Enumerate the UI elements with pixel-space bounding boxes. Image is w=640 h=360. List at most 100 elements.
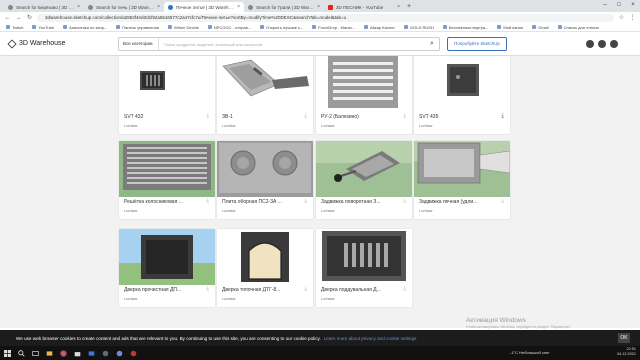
model-title[interactable]: ЗВ-1 [222,114,294,120]
download-icon[interactable]: ⤓ [304,198,307,205]
new-tab-button[interactable]: + [404,2,414,12]
bookmark-item[interactable]: Открыть лучшие к... [260,25,303,30]
windows-start-icon[interactable] [4,349,11,357]
model-card[interactable]: Задвижка поворотная З... Luchtaar ⤓ [316,141,412,219]
close-icon[interactable]: × [157,4,160,10]
model-title[interactable]: SVT 432 [124,114,196,120]
model-author[interactable]: Luchtaar [222,209,236,213]
model-card[interactable]: Дверка прочистная ДП... Luchtaar ⤓ [119,229,215,307]
model-card[interactable]: SVT 435 Luchtaar ⤓ [414,56,510,134]
reading-list[interactable]: Список для чтения [557,25,599,30]
model-thumbnail[interactable] [414,56,510,112]
model-title[interactable]: РУ-2 (Балезино) [321,114,393,120]
bookmark-item[interactable]: Панель управления [116,25,159,30]
model-author[interactable]: Luchtaar [419,124,433,128]
browser-tab-active[interactable]: Печное литьё | 3D Warehous × [164,2,244,12]
model-author[interactable]: Luchtaar [321,124,335,128]
model-author[interactable]: Luchtaar [124,124,138,128]
minimize-icon[interactable]: – [598,0,612,10]
bookmark-item[interactable]: ForceDrop - Магаз... [312,25,355,30]
download-icon[interactable]: ⤓ [304,286,307,293]
download-icon[interactable]: ⤓ [206,286,209,293]
model-thumbnail[interactable] [119,141,215,197]
try-sketchup-button[interactable]: Попробуйте SketchUp [447,37,507,51]
browser-tab[interactable]: 3D ПЕСНИК - YouTube × [324,2,404,12]
model-thumbnail[interactable] [414,141,510,197]
search-input[interactable]: Поиск продуктов, моделей, коллекций или … [159,42,425,47]
model-author[interactable]: Luchtaar [222,297,236,301]
apps-icon[interactable] [586,40,594,48]
model-thumbnail[interactable] [119,56,215,112]
bookmark-item[interactable]: YouTube [32,25,54,30]
task-view-icon[interactable] [32,350,39,357]
model-card[interactable]: Решётка колосниковая ... Luchtaar ⤓ [119,141,215,219]
category-select[interactable]: Все категории [119,38,159,50]
model-author[interactable]: Luchtaar [321,209,335,213]
bookmark-item[interactable]: Мой канал [497,25,523,30]
model-title[interactable]: Дверка поддувальная Д... [321,287,393,293]
star-icon[interactable]: ☆ [618,14,625,21]
download-icon[interactable]: ⤓ [403,113,406,120]
forward-icon[interactable]: → [15,15,22,21]
bookmark-item[interactable]: Twitch [6,25,23,30]
model-thumbnail[interactable] [316,141,412,197]
model-title[interactable]: Задвижка поворотная З... [321,199,393,205]
weather-status[interactable]: -1°C Небольшой снег [510,350,550,355]
close-window-icon[interactable]: × [626,0,640,10]
model-card[interactable]: РУ-2 (Балезино) Luchtaar ⤓ [316,56,412,134]
browser-tab[interactable]: Search for печь | 3D Warehouse× [84,2,164,12]
model-title[interactable]: Дверка топочная ДТГ-8... [222,287,294,293]
model-title[interactable]: SVT 435 [419,114,491,120]
search-icon[interactable]: ⌕ [425,40,439,48]
cookie-ok-button[interactable]: OK [618,333,630,343]
url-field[interactable]: 3dwarehouse.sketchup.com/collection/a285… [37,13,614,22]
download-icon[interactable]: ⤓ [206,113,209,120]
model-card[interactable]: Дверка поддувальная Д... Luchtaar ⤓ [316,229,412,307]
store-icon[interactable] [74,350,81,357]
logo[interactable]: 3D Warehouse [0,38,110,49]
bookmark-item[interactable]: Айкар Каснот [363,25,395,30]
download-icon[interactable]: ⤓ [501,113,504,120]
model-thumbnail[interactable] [217,56,313,112]
bookmark-item[interactable]: GOLD RUSH [404,25,434,30]
model-thumbnail[interactable] [316,56,412,112]
model-thumbnail[interactable] [217,141,313,197]
download-icon[interactable]: ⤓ [403,198,406,205]
model-author[interactable]: Luchtaar [124,297,138,301]
model-card[interactable]: SVT 432 Luchtaar ⤓ [119,56,215,134]
model-card[interactable]: Плита оборная ПС2-3А ... Luchtaar ⤓ [217,141,313,219]
back-icon[interactable]: ← [4,15,11,21]
help-icon[interactable] [598,40,606,48]
model-thumbnail[interactable] [316,229,412,285]
bookmark-item[interactable]: Gmail [532,25,549,30]
model-thumbnail[interactable] [217,229,313,285]
close-icon[interactable]: × [77,4,80,10]
model-title[interactable]: Плита оборная ПС2-3А ... [222,199,294,205]
mail-icon[interactable] [88,350,95,357]
discord-icon[interactable] [116,350,123,357]
browser-tab[interactable]: Search for Грали | 3D Warehouse× [244,2,324,12]
extensions-icon[interactable]: ⋮ [629,14,636,21]
download-icon[interactable]: ⤓ [501,198,504,205]
model-title[interactable]: Дверка прочистная ДП... [124,287,196,293]
search-icon[interactable] [18,349,25,357]
avatar[interactable] [610,40,618,48]
bookmark-item[interactable]: Бесплатные виртуа... [442,25,488,30]
browser-tab[interactable]: Search for Берёзово | 3D Wareh× [4,2,84,12]
chrome-icon[interactable] [60,349,67,357]
close-icon[interactable]: × [317,4,320,10]
model-title[interactable]: Решётка колосниковая ... [124,199,196,205]
model-author[interactable]: Luchtaar [419,209,433,213]
model-card[interactable]: Дверка топочная ДТГ-8... Luchtaar ⤓ [217,229,313,307]
bookmark-item[interactable]: Аналитика по запр... [63,25,107,30]
bookmark-item[interactable]: NPCGGC - отправ... [207,25,251,30]
reload-icon[interactable]: ↻ [26,14,33,21]
close-icon[interactable]: × [397,4,400,10]
model-card[interactable]: ЗВ-1 Luchtaar ⤓ [217,56,313,134]
model-author[interactable]: Luchtaar [124,209,138,213]
clock[interactable]: 22:51 04.12.2021 [617,347,636,357]
model-author[interactable]: Luchtaar [222,124,236,128]
model-thumbnail[interactable] [119,229,215,285]
download-icon[interactable]: ⤓ [304,113,307,120]
maximize-icon[interactable]: □ [612,0,626,10]
